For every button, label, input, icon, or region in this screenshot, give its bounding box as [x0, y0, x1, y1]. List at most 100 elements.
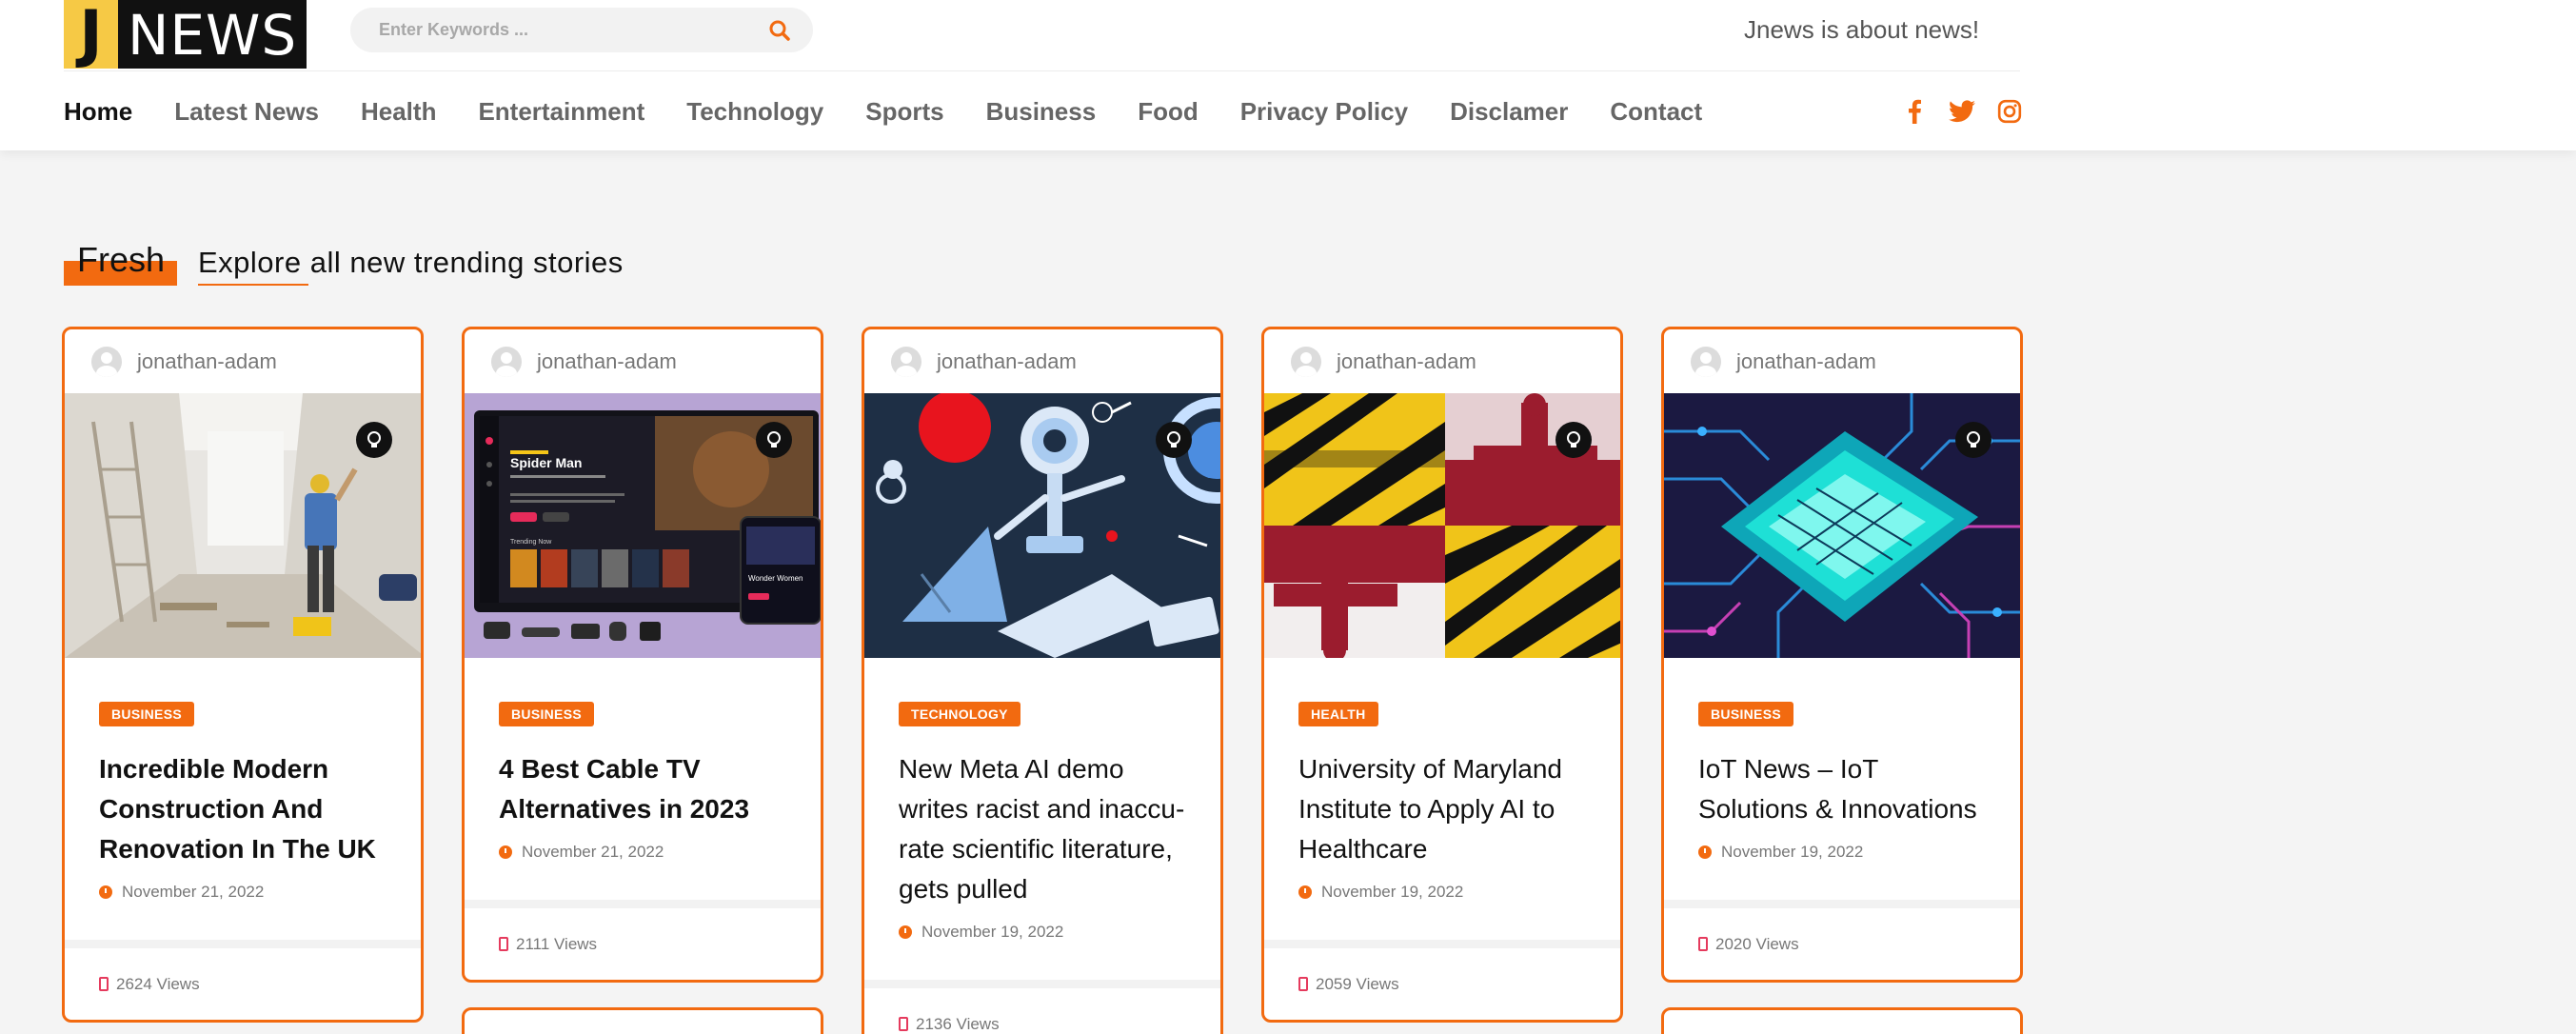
lightbulb-icon[interactable]	[756, 422, 792, 458]
card-author[interactable]: jonathan-adam	[864, 329, 1220, 393]
article-card-next-row[interactable]	[462, 1007, 823, 1034]
instagram-icon[interactable]	[1995, 97, 2024, 126]
article-title[interactable]: IoT News – IoT Solutions & Innovations	[1698, 749, 1986, 829]
card-author[interactable]: jonathan-adam	[465, 329, 821, 393]
article-thumbnail[interactable]	[1264, 393, 1620, 658]
article-title[interactable]: Incredible Modern Construction And Renov…	[99, 749, 386, 869]
card-author[interactable]: jonathan-adam	[1664, 329, 2020, 393]
article-card[interactable]: jonathan-adam	[1661, 327, 2023, 983]
article-date-text: November 19, 2022	[1321, 883, 1464, 901]
article-thumbnail[interactable]	[864, 393, 1220, 658]
article-card[interactable]: jonathan-adam BUSINESS Incredible Modern…	[62, 327, 424, 1023]
category-badge[interactable]: BUSINESS	[99, 702, 194, 726]
nav-item-contact[interactable]: Contact	[1610, 97, 1702, 127]
article-title[interactable]: 4 Best Cable TV Alternatives in 2023	[499, 749, 786, 829]
card-author[interactable]: jonathan-adam	[65, 329, 421, 393]
article-thumbnail[interactable]: Spider Man Trending Now Wonder Women	[465, 393, 821, 658]
views-icon	[1698, 937, 1708, 951]
category-badge[interactable]: BUSINESS	[499, 702, 594, 726]
card-separator	[864, 980, 1220, 988]
section-label-text: Fresh	[77, 240, 166, 279]
logo-letter: J	[64, 0, 118, 69]
nav-item-disclamer[interactable]: Disclamer	[1450, 97, 1568, 127]
article-card[interactable]: jonathan-adam	[862, 327, 1223, 1034]
article-date-text: November 21, 2022	[522, 843, 664, 861]
card-separator	[1264, 940, 1620, 948]
article-views-text: 2111 Views	[516, 934, 598, 953]
avatar	[491, 346, 522, 377]
clock-icon	[1298, 885, 1312, 899]
card-separator	[465, 900, 821, 908]
article-views-text: 2059 Views	[1316, 974, 1399, 993]
article-date-text: November 19, 2022	[921, 923, 1064, 941]
nav-item-technology[interactable]: Technology	[686, 97, 823, 127]
twitter-icon[interactable]	[1948, 97, 1976, 126]
article-views-text: 2136 Views	[916, 1014, 1000, 1033]
author-name[interactable]: jonathan-adam	[1736, 349, 1876, 374]
category-badge[interactable]: BUSINESS	[1698, 702, 1793, 726]
views-icon	[499, 937, 508, 951]
article-title[interactable]: University of Maryland Institute to Appl…	[1298, 749, 1586, 869]
nav-item-latest-news[interactable]: Latest News	[174, 97, 319, 127]
nav-item-home[interactable]: Home	[64, 97, 132, 127]
category-badge[interactable]: TECHNOLOGY	[899, 702, 1020, 726]
avatar	[891, 346, 921, 377]
article-thumbnail[interactable]	[65, 393, 421, 658]
avatar	[1691, 346, 1721, 377]
nav-item-sports[interactable]: Sports	[865, 97, 943, 127]
card-author[interactable]: jonathan-adam	[1264, 329, 1620, 393]
nav-item-privacy-policy[interactable]: Privacy Policy	[1240, 97, 1408, 127]
article-card[interactable]: jonathan-adam Spider Man Trending Now Wo…	[462, 327, 823, 983]
article-title[interactable]: New Meta AI demo writes racist and inacc…	[899, 749, 1186, 909]
logo-word: NEWS	[118, 0, 307, 69]
article-views-text: 2020 Views	[1715, 934, 1799, 953]
trending-text: Trending Now	[510, 539, 552, 546]
nav-item-food[interactable]: Food	[1138, 97, 1199, 127]
card-separator	[65, 940, 421, 948]
avatar	[91, 346, 122, 377]
lightbulb-icon[interactable]	[1556, 422, 1592, 458]
article-date-text: November 19, 2022	[1721, 843, 1864, 861]
card-body: HEALTH University of Maryland Institute …	[1264, 658, 1620, 940]
card-body: BUSINESS IoT News – IoT Solutions & Inno…	[1664, 658, 2020, 900]
movie-title-text: Spider Man	[510, 455, 582, 470]
article-date: November 19, 2022	[899, 923, 1186, 942]
search-icon[interactable]	[765, 16, 794, 45]
article-date: November 21, 2022	[499, 843, 786, 862]
article-thumbnail[interactable]	[1664, 393, 2020, 658]
article-date: November 19, 2022	[1698, 843, 1986, 862]
clock-icon	[899, 925, 912, 939]
site-logo[interactable]: J NEWS	[64, 0, 307, 69]
card-body: BUSINESS Incredible Modern Construction …	[65, 658, 421, 940]
article-date: November 21, 2022	[99, 883, 386, 902]
search-bar	[350, 8, 813, 52]
header-divider	[64, 70, 2020, 71]
author-name[interactable]: jonathan-adam	[137, 349, 277, 374]
site-header: J NEWS Jnews is about news! Home Latest …	[0, 0, 2576, 150]
article-views: 2059 Views	[1264, 948, 1620, 1020]
author-name[interactable]: jonathan-adam	[537, 349, 677, 374]
social-links	[1900, 95, 2024, 128]
lightbulb-icon[interactable]	[356, 422, 392, 458]
article-date: November 19, 2022	[1298, 883, 1586, 902]
section-label: Fresh	[64, 240, 177, 286]
main-nav: Home Latest News Health Entertainment Te…	[64, 95, 1744, 128]
nav-item-business[interactable]: Business	[986, 97, 1097, 127]
nav-item-entertainment[interactable]: Entertainment	[478, 97, 644, 127]
article-views: 2111 Views	[465, 908, 821, 980]
article-card-next-row[interactable]	[1661, 1007, 2023, 1034]
article-card[interactable]: jonathan-adam	[1261, 327, 1623, 1023]
section-subtitle: Explore all new trending stories	[198, 246, 624, 279]
article-views: 2020 Views	[1664, 908, 2020, 980]
facebook-icon[interactable]	[1900, 97, 1929, 126]
side-title-text: Wonder Women	[748, 574, 803, 583]
site-tagline: Jnews is about news!	[1744, 15, 1980, 44]
lightbulb-icon[interactable]	[1156, 422, 1192, 458]
author-name[interactable]: jonathan-adam	[937, 349, 1077, 374]
author-name[interactable]: jonathan-adam	[1337, 349, 1476, 374]
search-input[interactable]	[379, 20, 765, 40]
lightbulb-icon[interactable]	[1955, 422, 1991, 458]
category-badge[interactable]: HEALTH	[1298, 702, 1378, 726]
nav-item-health[interactable]: Health	[361, 97, 436, 127]
views-icon	[899, 1017, 908, 1031]
